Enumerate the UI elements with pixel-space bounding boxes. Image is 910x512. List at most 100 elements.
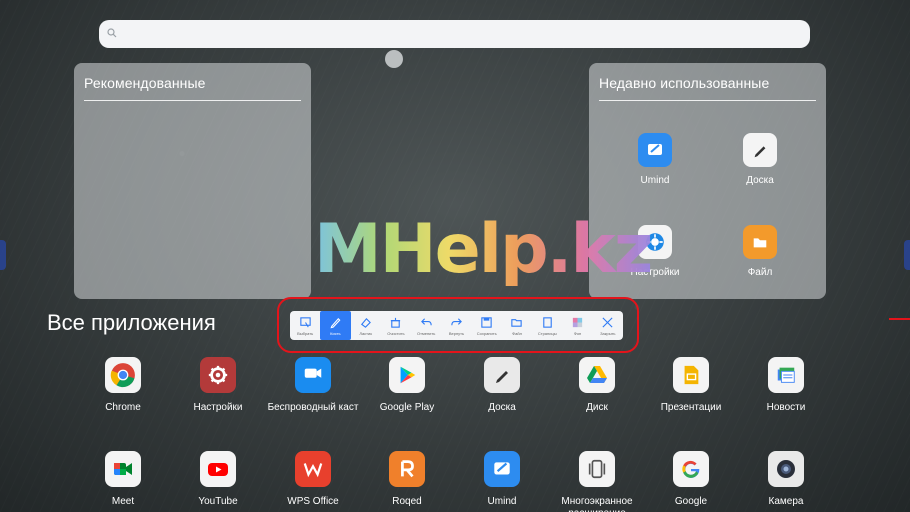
undo-icon — [420, 317, 432, 325]
whiteboard-toolbar: Выбрать Кисть Ластик Очистить Отменить В… — [290, 311, 623, 340]
app-meet[interactable]: Meet — [73, 451, 173, 508]
tool-label: Отменить — [417, 330, 436, 336]
app-label: Meet — [111, 496, 135, 507]
whiteboard-icon — [484, 357, 520, 393]
multiscreen-icon — [579, 451, 615, 487]
divider — [599, 100, 816, 101]
google-news-icon — [768, 357, 804, 393]
tool-label: Файл — [512, 330, 522, 336]
eraser-icon — [361, 317, 372, 328]
tool-label: Закрыть — [600, 330, 616, 336]
app-settings[interactable]: Настройки — [168, 357, 268, 414]
wireless-cast-icon — [295, 357, 331, 393]
app-label: Доска — [746, 175, 774, 186]
app-multiscreen[interactable]: Многоэкранное расширение — [547, 451, 647, 512]
tool-label: Выбрать — [297, 330, 314, 336]
pages-icon — [542, 316, 552, 328]
background-icon — [572, 317, 583, 327]
youtube-icon — [200, 451, 236, 487]
tool-label: Очистить — [387, 330, 405, 336]
tool-label: Вернуть — [448, 330, 465, 336]
highlight-mark — [889, 318, 910, 320]
tool-select[interactable]: Выбрать — [290, 311, 320, 340]
save-icon — [481, 316, 492, 328]
right-edge-handle[interactable] — [904, 240, 910, 270]
tool-label: Кисть — [330, 330, 341, 336]
search-bar[interactable] — [99, 20, 810, 48]
folder-icon — [743, 225, 777, 259]
app-roqed[interactable]: Roqed — [357, 451, 457, 508]
tool-pages[interactable]: Страницы — [532, 311, 562, 340]
app-wireless-cast[interactable]: Беспроводный каст — [263, 357, 363, 414]
app-youtube[interactable]: YouTube — [168, 451, 268, 508]
google-icon — [673, 451, 709, 487]
app-chrome[interactable]: Chrome — [73, 357, 173, 414]
app-label: Umind — [487, 496, 517, 507]
app-label: WPS Office — [287, 496, 339, 507]
app-label: Google — [674, 496, 708, 507]
tool-label: Ластик — [359, 330, 372, 336]
tool-background[interactable]: Фон — [562, 311, 592, 340]
google-meet-icon — [105, 451, 141, 487]
camera-icon — [768, 451, 804, 487]
google-play-icon — [389, 357, 425, 393]
clear-icon — [391, 317, 401, 328]
app-label: Камера — [768, 496, 804, 507]
umind-icon — [638, 133, 672, 167]
tool-file[interactable]: Файл — [502, 311, 532, 340]
app-label: Настройки — [193, 402, 243, 413]
select-icon — [299, 316, 311, 327]
recommended-panel: Рекомендованные — [74, 63, 311, 299]
tool-eraser[interactable]: Ластик — [351, 311, 381, 340]
drag-handle[interactable] — [385, 50, 403, 68]
app-camera[interactable]: Камера — [736, 451, 836, 508]
chrome-icon — [105, 357, 141, 393]
app-label: Umind — [640, 175, 670, 186]
tool-label: Страницы — [537, 330, 557, 336]
app-label: Доска — [488, 402, 516, 413]
tool-label: Сохранить — [476, 330, 497, 336]
app-wps-office[interactable]: WPS Office — [263, 451, 363, 508]
tool-undo[interactable]: Отменить — [411, 311, 441, 340]
recommended-title: Рекомендованные — [84, 75, 206, 91]
recent-app-umind[interactable]: Umind — [615, 133, 695, 187]
tool-label: Фон — [573, 330, 582, 336]
app-label: Google Play — [379, 402, 435, 413]
close-icon — [602, 316, 613, 328]
tool-redo[interactable]: Вернуть — [441, 311, 471, 340]
app-label: Новости — [766, 402, 806, 413]
tool-save[interactable]: Сохранить — [472, 311, 502, 340]
app-label: Chrome — [105, 402, 141, 413]
app-label: YouTube — [198, 496, 238, 507]
pen-icon — [330, 317, 341, 328]
app-label: Многоэкранное расширение — [561, 496, 633, 512]
folder-icon — [511, 318, 523, 327]
app-news[interactable]: Новости — [736, 357, 836, 414]
umind-icon — [484, 451, 520, 487]
left-edge-handle[interactable] — [0, 240, 6, 270]
wps-office-icon — [295, 451, 331, 487]
app-label: Roqed — [392, 496, 422, 507]
watermark: MHelp.kz — [314, 210, 653, 289]
recent-title: Недавно использованные — [599, 75, 770, 91]
settings-icon — [200, 357, 236, 393]
tool-pen[interactable]: Кисть — [320, 311, 351, 340]
divider — [84, 100, 301, 101]
all-apps-title: Все приложения — [47, 310, 216, 335]
recent-app-files[interactable]: Файл — [720, 225, 800, 279]
app-label: Презентации — [660, 402, 722, 413]
app-slides[interactable]: Презентации — [641, 357, 741, 414]
app-umind[interactable]: Umind — [452, 451, 552, 508]
google-slides-icon — [673, 357, 709, 393]
app-whiteboard[interactable]: Доска — [452, 357, 552, 414]
recent-app-whiteboard[interactable]: Доска — [720, 133, 800, 187]
app-google-play[interactable]: Google Play — [357, 357, 457, 414]
tool-clear[interactable]: Очистить — [381, 311, 411, 340]
app-label: Беспроводный каст — [267, 402, 359, 413]
app-drive[interactable]: Диск — [547, 357, 647, 414]
whiteboard-icon — [743, 133, 777, 167]
tool-close[interactable]: Закрыть — [593, 311, 623, 340]
redo-icon — [451, 317, 462, 325]
app-google[interactable]: Google — [641, 451, 741, 508]
app-label: Диск — [586, 402, 608, 413]
